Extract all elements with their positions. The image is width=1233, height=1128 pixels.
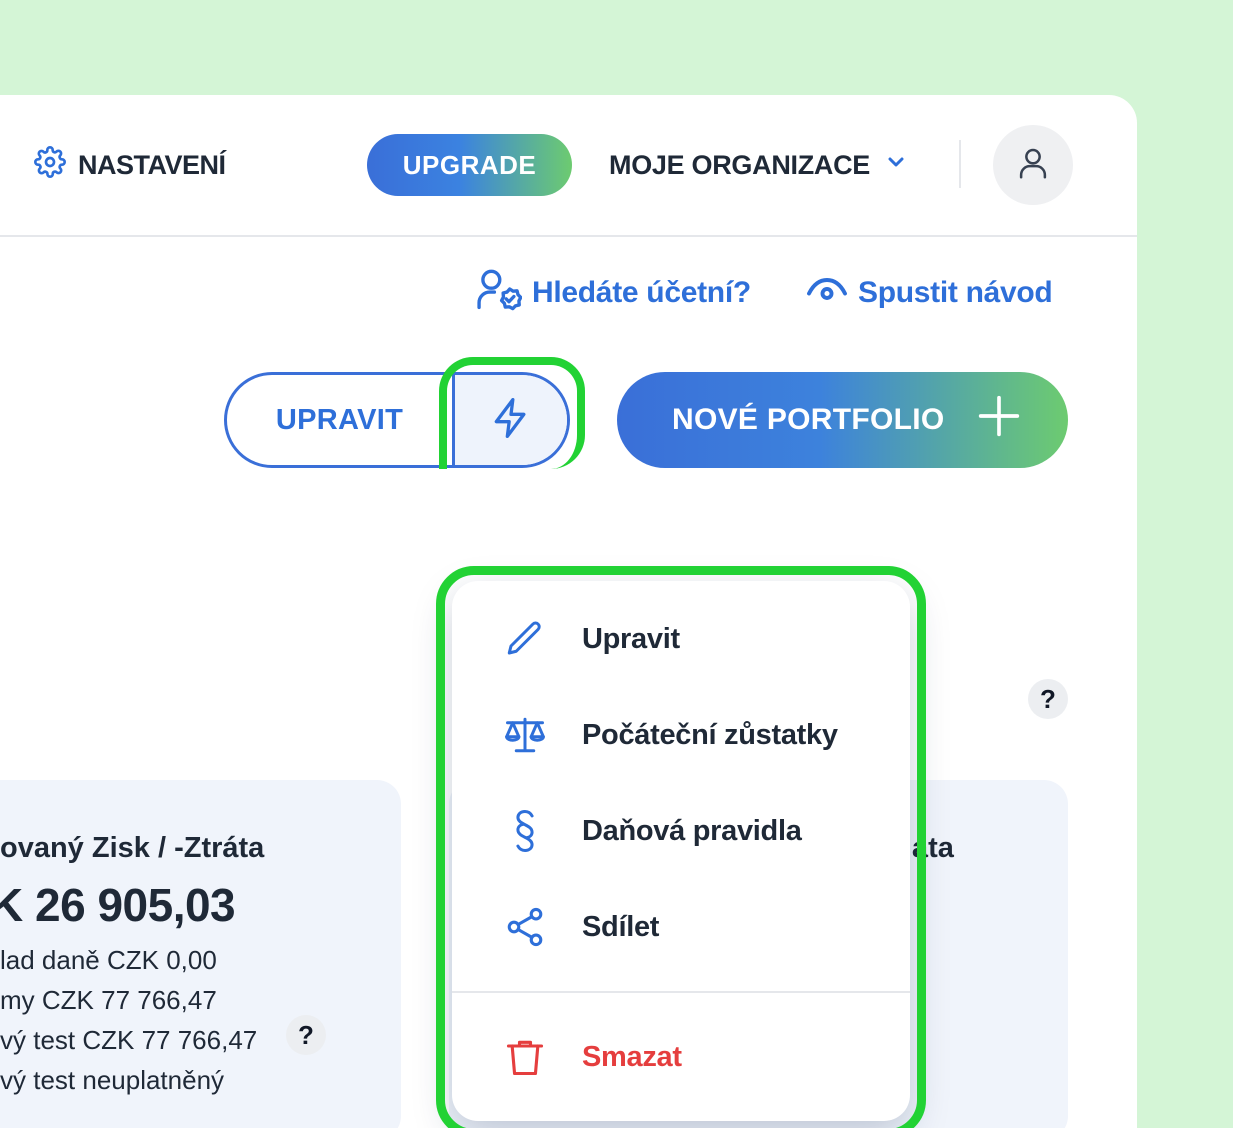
lightning-icon — [489, 396, 533, 445]
card-left-title: ovaný Zisk / -Ztráta — [0, 832, 265, 864]
trash-icon — [502, 1034, 548, 1080]
menu-item-label: Počáteční zůstatky — [582, 718, 838, 751]
quick-actions-button[interactable] — [455, 375, 567, 465]
section-icon — [502, 808, 548, 854]
help-badge[interactable]: ? — [1028, 679, 1068, 719]
user-icon — [1014, 144, 1052, 187]
menu-item-label: Upravit — [582, 622, 680, 655]
menu-item-label: Smazat — [582, 1040, 682, 1073]
quick-actions-menu: Upravit Počáteční zůstatky Daňová pravid… — [452, 581, 910, 1121]
gear-icon — [34, 145, 66, 185]
card-left-line-4: vý test neuplatněný — [0, 1065, 225, 1095]
card-left-amount: K 26 905,03 — [0, 879, 236, 931]
menu-item-opening-balances[interactable]: Počáteční zůstatky — [452, 695, 910, 775]
menu-item-delete[interactable]: Smazat — [452, 1017, 910, 1097]
start-tutorial-link[interactable]: Spustit návod — [806, 271, 1053, 315]
find-accountant-link[interactable]: Hledáte účetní? — [476, 269, 751, 315]
menu-item-share[interactable]: Sdílet — [452, 887, 910, 967]
upgrade-button[interactable]: UPGRADE — [367, 134, 572, 196]
user-check-icon — [476, 267, 523, 319]
card-left-line-3: vý test CZK 77 766,47 — [0, 1025, 258, 1055]
header-divider — [959, 140, 961, 188]
settings-label: NASTAVENÍ — [78, 149, 226, 180]
card-help-badge[interactable]: ? — [286, 1015, 326, 1055]
card-left-line-2: my CZK 77 766,47 — [0, 985, 217, 1015]
chevron-down-icon — [884, 150, 908, 181]
app-window: NASTAVENÍ UPGRADE MOJE ORGANIZACE Hledát… — [0, 95, 1137, 1128]
user-avatar[interactable] — [993, 125, 1073, 205]
menu-item-tax-rules[interactable]: Daňová pravidla — [452, 791, 910, 871]
menu-item-edit[interactable]: Upravit — [452, 599, 910, 679]
scales-icon — [502, 712, 548, 758]
find-accountant-label: Hledáte účetní? — [532, 276, 751, 309]
plus-icon — [977, 394, 1021, 446]
top-header: NASTAVENÍ UPGRADE MOJE ORGANIZACE — [0, 95, 1137, 237]
organization-label: MOJE ORGANIZACE — [609, 149, 871, 180]
new-portfolio-button[interactable]: NOVÉ PORTFOLIO — [617, 372, 1068, 468]
new-portfolio-label: NOVÉ PORTFOLIO — [672, 403, 945, 436]
menu-divider — [452, 991, 910, 993]
share-icon — [502, 904, 548, 950]
card-right-title: áta — [912, 832, 954, 864]
organization-dropdown[interactable]: MOJE ORGANIZACE — [609, 145, 908, 185]
pencil-icon — [502, 616, 548, 662]
menu-item-label: Sdílet — [582, 910, 660, 943]
eye-icon — [806, 274, 848, 312]
menu-item-label: Daňová pravidla — [582, 814, 802, 847]
settings-nav-item[interactable]: NASTAVENÍ — [34, 145, 226, 185]
edit-button-group: UPRAVIT — [224, 372, 570, 468]
start-tutorial-label: Spustit návod — [858, 276, 1053, 309]
card-left-line-1: lad daně CZK 0,00 — [0, 945, 217, 975]
edit-button[interactable]: UPRAVIT — [227, 375, 455, 465]
